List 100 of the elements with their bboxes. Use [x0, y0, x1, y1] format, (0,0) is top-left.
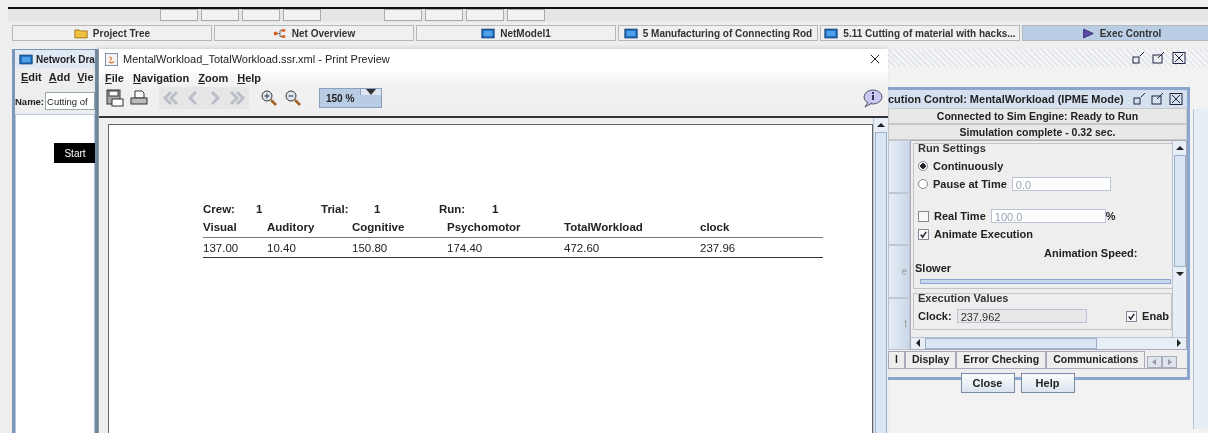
toolbar-button[interactable]: [201, 9, 239, 21]
scroll-thumb[interactable]: [875, 132, 887, 433]
window-icon: [19, 53, 33, 65]
tab[interactable]: Exec Control: [1022, 25, 1208, 41]
close-icon[interactable]: [870, 54, 880, 64]
side-button[interactable]: [888, 192, 910, 245]
printer-icon[interactable]: [130, 89, 148, 107]
check-icon: [919, 229, 928, 239]
scrollbar[interactable]: [1172, 141, 1186, 337]
table-cell: 150.80: [352, 238, 447, 258]
close-icon[interactable]: [1169, 93, 1183, 105]
field-label: Run:: [439, 203, 467, 215]
column-header: Psychomotor: [447, 221, 564, 238]
scrollbar[interactable]: [1193, 109, 1208, 429]
menu-item[interactable]: Vie: [77, 71, 94, 83]
tab[interactable]: 5.11 Cutting of material with hacks...: [820, 25, 1020, 41]
tab[interactable]: l: [888, 351, 905, 368]
zoom-dropdown[interactable]: 150 %: [319, 88, 383, 108]
app-icon: [105, 52, 118, 66]
caret-icon: [360, 89, 382, 95]
folder-icon: [73, 27, 88, 39]
scroll-thumb[interactable]: [925, 338, 1097, 349]
minimize-icon[interactable]: [1132, 52, 1146, 64]
slider-title: Animation Speed:: [1044, 247, 1139, 259]
clock-label: Clock:: [918, 310, 952, 322]
name-field[interactable]: Cutting of: [45, 92, 95, 110]
radio-button[interactable]: [918, 179, 928, 189]
checkbox[interactable]: [918, 210, 929, 222]
zoom-out-icon[interactable]: [284, 89, 302, 107]
clock-field[interactable]: 237.962: [956, 309, 1087, 323]
scrollbar[interactable]: [873, 118, 888, 433]
menu-item[interactable]: Edit: [21, 71, 42, 83]
tab[interactable]: 5 Manufacturing of Connecting Rod: [618, 25, 818, 41]
name-label: Name:: [15, 95, 45, 107]
play-icon: [1080, 27, 1095, 39]
info-icon[interactable]: [862, 88, 884, 108]
checkbox[interactable]: [1126, 310, 1138, 322]
column-header: clock: [700, 221, 823, 238]
slider-label: Slower: [915, 262, 953, 274]
table-cell: 237.96: [700, 238, 823, 258]
column-header: Cognitive: [352, 221, 447, 238]
option-label: Continuously: [933, 160, 1004, 172]
scroll-up-icon[interactable]: [1175, 144, 1185, 152]
option-label: Pause at Time: [933, 178, 1007, 190]
toolbar-button[interactable]: [384, 9, 422, 21]
column-header: Auditory: [267, 221, 352, 238]
tab[interactable]: Communications: [1046, 351, 1146, 368]
unit-label: %: [1105, 210, 1116, 222]
side-button[interactable]: [888, 140, 910, 193]
toolbar-button[interactable]: [283, 9, 321, 21]
tab[interactable]: Net Overview: [214, 25, 414, 41]
toolbar-button[interactable]: [242, 9, 280, 21]
save-icon[interactable]: [106, 89, 124, 107]
tab[interactable]: Error Checking: [956, 351, 1047, 368]
dialog-button[interactable]: Help: [1020, 373, 1075, 393]
network-icon: [272, 27, 287, 39]
maximize-icon[interactable]: [1151, 93, 1165, 105]
group-title: Run Settings: [918, 142, 987, 156]
column-header: TotalWorkload: [564, 221, 700, 238]
checkbox[interactable]: [918, 228, 929, 240]
table-cell: 174.40: [447, 238, 564, 258]
scroll-down-icon[interactable]: [1175, 270, 1185, 278]
toolbar-button[interactable]: [507, 9, 545, 21]
menu-item[interactable]: File: [105, 72, 124, 84]
table-cell: 10.40: [267, 238, 352, 258]
menu-item[interactable]: Navigation: [132, 72, 190, 84]
tab-scroll-icon[interactable]: [1147, 356, 1178, 368]
window-icon: [824, 27, 839, 39]
tab[interactable]: NetModel1: [416, 25, 616, 41]
window-title: MentalWorkload_TotalWorkload.ssr.xml - Print Preview: [123, 53, 391, 65]
option-label: Real Time: [934, 210, 986, 222]
scroll-up-icon[interactable]: [876, 121, 886, 129]
group-title: Execution Values: [918, 292, 1010, 306]
scroll-thumb[interactable]: [1174, 155, 1186, 267]
radio-button[interactable]: [918, 161, 928, 171]
table-cell: 472.60: [564, 238, 700, 258]
toolbar-button[interactable]: [160, 9, 198, 21]
scrollbar[interactable]: [911, 337, 1186, 349]
tab[interactable]: Project Tree: [12, 25, 212, 41]
menu-item[interactable]: Zoom: [198, 72, 229, 84]
window-title: Network Dra: [36, 53, 95, 65]
menu-item[interactable]: Add: [48, 71, 71, 83]
dialog-button[interactable]: Close: [960, 373, 1015, 393]
field-value: 1: [492, 203, 499, 215]
window-title: cution Control: MentalWorkload (IPME Mode): [888, 93, 1124, 105]
table-cell: 137.00: [203, 238, 267, 258]
maximize-icon[interactable]: [1152, 52, 1166, 64]
option-label: Animate Execution: [934, 228, 1034, 240]
network-node[interactable]: Start: [54, 143, 95, 163]
toolbar-button[interactable]: [425, 9, 463, 21]
status-text: Simulation complete - 0.32 sec.: [888, 124, 1187, 140]
column-header: Visual: [203, 221, 267, 238]
close-icon[interactable]: [1172, 52, 1186, 64]
minimize-icon[interactable]: [1133, 93, 1147, 105]
tab[interactable]: Display: [904, 351, 957, 368]
checkbox-label: Enab: [1142, 310, 1169, 322]
zoom-in-icon[interactable]: [260, 89, 278, 107]
toolbar-button[interactable]: [466, 9, 504, 21]
menu-item[interactable]: Help: [237, 72, 262, 84]
field-label: Crew:: [203, 203, 236, 215]
